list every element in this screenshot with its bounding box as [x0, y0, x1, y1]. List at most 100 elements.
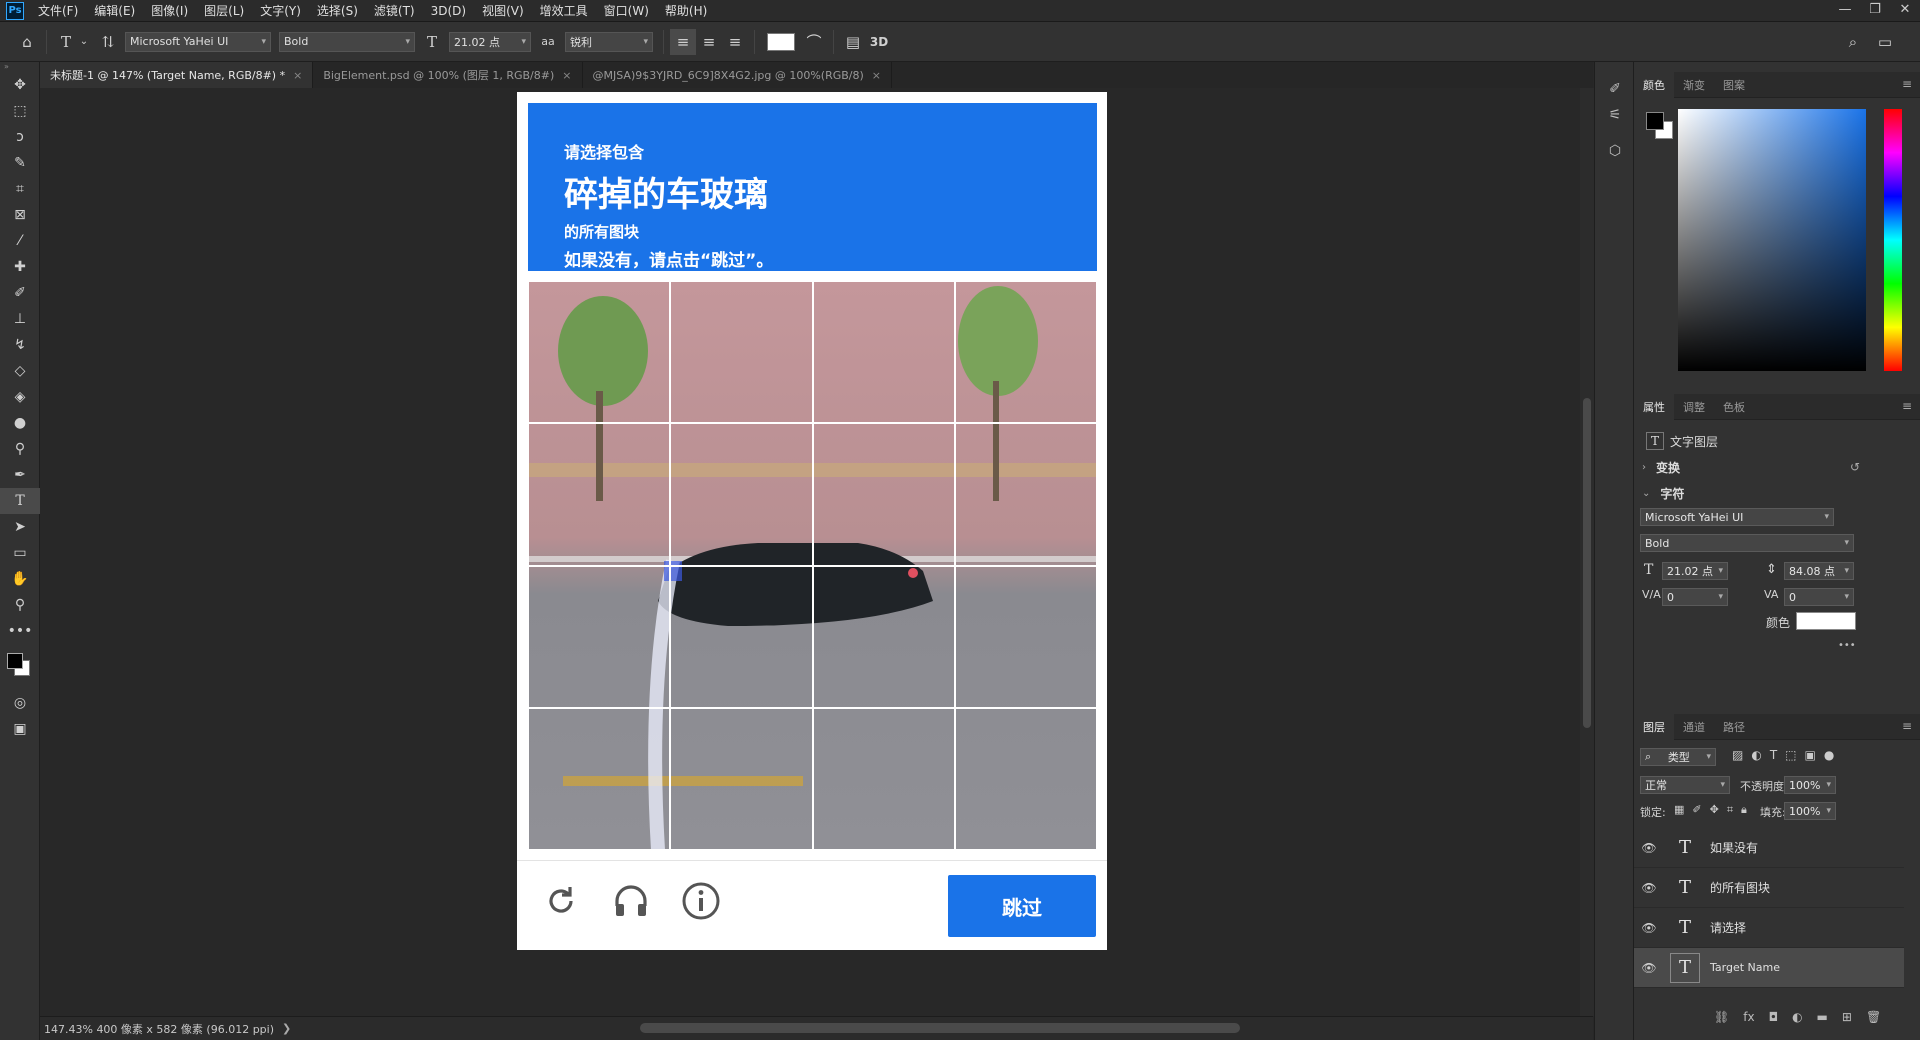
add-mask-icon[interactable]: ◘ — [1769, 1010, 1779, 1024]
dodge-tool-icon[interactable]: ⚲ — [0, 436, 40, 462]
grid-tile[interactable] — [954, 565, 1097, 708]
blur-tool-icon[interactable]: ● — [0, 410, 40, 436]
eye-icon[interactable]: 👁︎ — [1634, 921, 1664, 935]
panel-menu-icon[interactable]: ≡ — [1902, 399, 1912, 413]
character-section[interactable]: ⌄ 字符 — [1634, 482, 1920, 504]
fx-icon[interactable]: fx — [1743, 1010, 1754, 1024]
info-icon[interactable] — [679, 879, 723, 923]
panel-menu-icon[interactable]: ≡ — [1902, 719, 1912, 733]
chevron-right-icon[interactable]: ❯ — [282, 1022, 291, 1035]
grid-tile[interactable] — [954, 707, 1097, 850]
menu-image[interactable]: 图像(I) — [143, 2, 196, 19]
grid-tile[interactable] — [812, 565, 955, 708]
grid-tile[interactable] — [954, 281, 1097, 424]
tab-adjustments[interactable]: 调整 — [1674, 394, 1714, 420]
align-right-icon[interactable]: ≡ — [722, 29, 748, 55]
warp-text-icon[interactable]: ⌒ — [801, 29, 827, 55]
lock-image-icon[interactable]: ✐ — [1692, 803, 1701, 817]
restore-button[interactable]: ❐ — [1860, 0, 1890, 22]
path-select-tool-icon[interactable]: ➤ — [0, 514, 40, 540]
grid-tile[interactable] — [812, 423, 955, 566]
document-canvas[interactable]: 请选择包含 碎掉的车玻璃 的所有图块 如果没有，请点击“跳过”。 跳过 — [517, 92, 1107, 950]
type-tool-preset-icon[interactable]: T — [53, 29, 79, 55]
zoom-tool-icon[interactable]: ⚲ — [0, 592, 40, 618]
close-icon[interactable]: × — [293, 69, 302, 82]
shape-filter-icon[interactable]: ⬚ — [1785, 748, 1796, 762]
font-style-select[interactable]: Bold ▾ — [1640, 534, 1854, 552]
grid-tile[interactable] — [528, 565, 671, 708]
reload-icon[interactable] — [539, 879, 583, 923]
close-window-button[interactable]: ✕ — [1890, 0, 1920, 22]
layer-row[interactable]: 👁︎ T 请选择 — [1634, 908, 1904, 948]
grid-tile[interactable] — [670, 565, 813, 708]
history-brush-tool-icon[interactable]: ↯ — [0, 332, 40, 358]
type-filter-icon[interactable]: T — [1770, 748, 1777, 762]
kerning-field[interactable]: 0 ▾ — [1662, 588, 1728, 606]
eyedropper-tool-icon[interactable]: ⁄ — [0, 228, 40, 254]
eraser-tool-icon[interactable]: ◇ — [0, 358, 40, 384]
3d-cube-icon[interactable]: ⬡ — [1595, 138, 1635, 164]
grid-tile[interactable] — [528, 423, 671, 566]
grid-tile[interactable] — [670, 707, 813, 850]
headphones-icon[interactable] — [609, 879, 653, 923]
color-field[interactable] — [1678, 109, 1866, 371]
font-family-select[interactable]: Microsoft YaHei UI ▾ — [125, 31, 271, 52]
tab-swatches[interactable]: 色板 — [1714, 394, 1754, 420]
font-size-field[interactable]: 21.02 点 ▾ — [1662, 562, 1728, 580]
grid-tile[interactable] — [670, 423, 813, 566]
foreground-color-swatch[interactable] — [1646, 112, 1664, 130]
horizontal-scrollbar-thumb[interactable] — [640, 1023, 1240, 1033]
adjustment-filter-icon[interactable]: ◐ — [1751, 748, 1761, 762]
grid-tile[interactable] — [670, 281, 813, 424]
text-color-swatch[interactable] — [767, 32, 795, 51]
font-size-select[interactable]: 21.02 点 ▾ — [449, 31, 531, 52]
pixel-filter-icon[interactable]: ▨ — [1732, 748, 1743, 762]
menu-layer[interactable]: 图层(L) — [196, 2, 252, 19]
close-icon[interactable]: × — [562, 69, 571, 82]
hue-slider[interactable] — [1884, 109, 1902, 371]
color-swatches[interactable] — [1646, 112, 1676, 142]
transform-section[interactable]: › 变换 ↺ — [1634, 456, 1920, 478]
menu-filter[interactable]: 滤镜(T) — [366, 2, 423, 19]
delete-layer-icon[interactable]: 🗑︎ — [1866, 1010, 1881, 1024]
lock-all-icon[interactable]: 🔒︎ — [1741, 803, 1747, 817]
layer-filter-select[interactable]: ⌕ 类型 ▾ — [1640, 748, 1716, 766]
more-tools-icon[interactable]: ••• — [0, 618, 40, 644]
menu-help[interactable]: 帮助(H) — [657, 2, 715, 19]
font-family-select[interactable]: Microsoft YaHei UI ▾ — [1640, 508, 1834, 526]
antialias-select[interactable]: 锐利 ▾ — [565, 31, 653, 52]
filter-toggle-icon[interactable]: ● — [1824, 748, 1834, 762]
grid-tile[interactable] — [812, 707, 955, 850]
menu-3d[interactable]: 3D(D) — [423, 4, 474, 18]
new-layer-icon[interactable]: ⊞ — [1842, 1010, 1852, 1024]
menu-view[interactable]: 视图(V) — [474, 2, 532, 19]
3d-button[interactable]: 3D — [866, 29, 892, 55]
link-layers-icon[interactable]: ⛓ — [1714, 1010, 1729, 1024]
tab-document-1[interactable]: 未标题-1 @ 147% (Target Name, RGB/8#) * × — [40, 62, 314, 88]
tab-layers[interactable]: 图层 — [1634, 713, 1674, 740]
menu-select[interactable]: 选择(S) — [309, 2, 366, 19]
hand-tool-icon[interactable]: ✋ — [0, 566, 40, 592]
tab-channels[interactable]: 通道 — [1674, 714, 1714, 740]
layer-row[interactable]: 👁︎ T 如果没有 — [1634, 828, 1904, 868]
tab-document-3[interactable]: @MJSA)9$3YJRD_6C9]8X4G2.jpg @ 100%(RGB/8… — [583, 62, 893, 88]
rectangle-tool-icon[interactable]: ▭ — [0, 540, 40, 566]
tab-pattern[interactable]: 图案 — [1714, 72, 1754, 98]
leading-field[interactable]: 84.08 点 ▾ — [1784, 562, 1854, 580]
new-adjustment-icon[interactable]: ◐ — [1792, 1010, 1802, 1024]
menu-plugins[interactable]: 增效工具 — [532, 2, 596, 19]
new-group-icon[interactable]: ▬ — [1817, 1010, 1828, 1024]
fill-field[interactable]: 100% ▾ — [1784, 802, 1836, 820]
grid-tile[interactable] — [812, 281, 955, 424]
paint-bucket-tool-icon[interactable]: ◈ — [0, 384, 40, 410]
tab-paths[interactable]: 路径 — [1714, 714, 1754, 740]
healing-brush-tool-icon[interactable]: ✚ — [0, 254, 40, 280]
frame-tool-icon[interactable]: ⊠ — [0, 202, 40, 228]
quick-mask-icon[interactable]: ◎ — [0, 690, 40, 716]
marquee-tool-icon[interactable]: ⬚ — [0, 98, 40, 124]
quick-select-tool-icon[interactable]: ✎ — [0, 150, 40, 176]
chevron-down-icon[interactable]: ⌄ — [79, 29, 89, 55]
move-tool-icon[interactable]: ✥ — [0, 72, 40, 98]
character-panel-icon[interactable]: ▤ — [840, 29, 866, 55]
stamp-tool-icon[interactable]: ⊥ — [0, 306, 40, 332]
